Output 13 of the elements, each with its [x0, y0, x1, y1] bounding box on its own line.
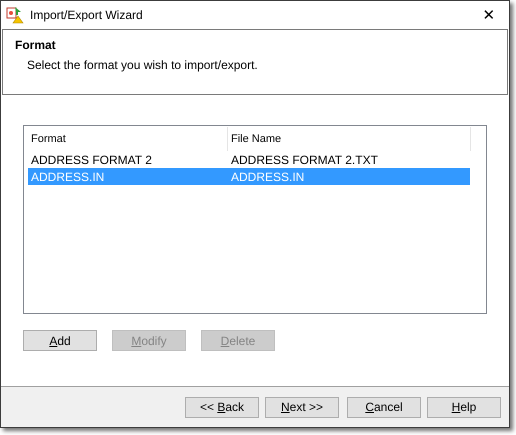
wizard-button[interactable]: Cancel [347, 396, 421, 418]
wizard-button[interactable]: Help [427, 396, 501, 418]
column-header[interactable]: Format [28, 127, 228, 151]
header-title: Format [15, 38, 57, 52]
list-action-button[interactable]: Add [23, 330, 97, 351]
wizard-button[interactable]: << Back [185, 396, 259, 418]
header-subtitle: Select the format you wish to import/export. [27, 58, 259, 72]
close-button[interactable]: ✕ [469, 1, 509, 29]
wizard-button[interactable]: Next >> [265, 396, 339, 418]
list-row[interactable]: ADDRESS FORMAT 2 ADDRESS FORMAT 2.TXT [28, 151, 470, 168]
wizard-icon [6, 6, 24, 24]
window-title: Import/Export Wizard [30, 8, 144, 22]
column-header[interactable]: File Name [228, 127, 471, 151]
